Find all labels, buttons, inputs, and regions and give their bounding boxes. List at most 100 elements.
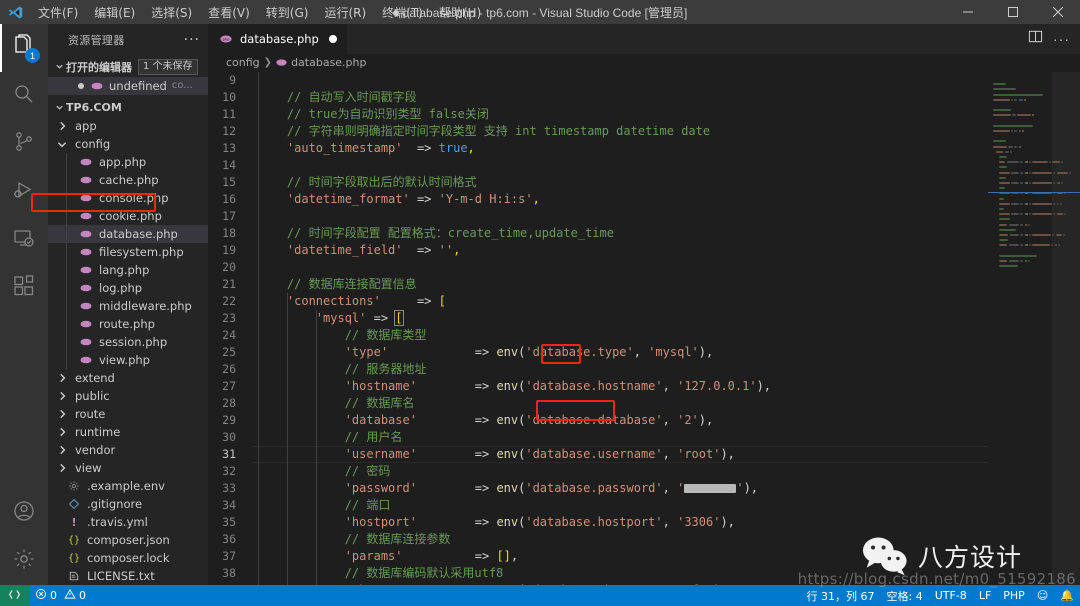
minimap-line	[1014, 129, 1018, 132]
tree-file-database.php[interactable]: database.php	[48, 225, 208, 244]
menu-run[interactable]: 运行(R)	[316, 1, 374, 24]
workspace-section-header[interactable]: TP6.COM	[48, 97, 208, 117]
menu-file[interactable]: 文件(F)	[30, 1, 86, 24]
open-editor-item[interactable]: undefined co...	[48, 76, 208, 95]
tree-file-.travis.yml[interactable]: ! .travis.yml	[48, 513, 208, 531]
split-editor-icon[interactable]	[1028, 29, 1043, 49]
tree-folder-runtime[interactable]: runtime	[48, 423, 208, 441]
minimize-button[interactable]	[945, 0, 990, 24]
minimap-line	[1029, 233, 1031, 236]
open-editors-section-header[interactable]: 打开的编辑器 1 个未保存	[48, 56, 208, 76]
tree-folder-route[interactable]: route	[48, 405, 208, 423]
minimap-line	[999, 244, 1008, 247]
minimap-line	[993, 109, 1011, 112]
maximize-button[interactable]	[990, 0, 1035, 24]
tree-folder-app[interactable]: app	[48, 117, 208, 135]
menu-go[interactable]: 转到(G)	[258, 1, 317, 24]
code-line-32: 32 // 密码	[208, 463, 988, 480]
tree-item-label: log.php	[99, 281, 143, 296]
svg-text:php: php	[223, 38, 231, 42]
close-button[interactable]	[1035, 0, 1080, 24]
tree-item-label: session.php	[99, 335, 168, 350]
status-cursor-position[interactable]: 行 31，列 67	[801, 585, 881, 606]
minimap-line	[1008, 244, 1020, 247]
tree-file-cache.php[interactable]: cache.php	[48, 171, 208, 189]
minimap-line	[1020, 259, 1024, 262]
tree-folder-view[interactable]: view	[48, 459, 208, 477]
tree-folder-vendor[interactable]: vendor	[48, 441, 208, 459]
activitybar-run-and-debug[interactable]	[0, 168, 48, 216]
activitybar-remote-explorer[interactable]	[0, 216, 48, 264]
minimap-line	[999, 223, 1008, 226]
tree-file-app.php[interactable]: app.php	[48, 153, 208, 171]
tree-file-session.php[interactable]: session.php	[48, 333, 208, 351]
tab-database-php[interactable]: php database.php	[208, 24, 348, 54]
php-file-icon	[78, 156, 94, 168]
minimap-line	[993, 114, 1011, 117]
workspace-root-label: TP6.COM	[66, 100, 122, 114]
tree-file-cookie.php[interactable]: cookie.php	[48, 207, 208, 225]
line-text: // 数据库类型	[344, 327, 427, 342]
minimap-line	[999, 171, 1010, 174]
tree-file-lang.php[interactable]: lang.php	[48, 261, 208, 279]
tree-file-log.php[interactable]: log.php	[48, 279, 208, 297]
editor-more-actions[interactable]: ···	[1053, 32, 1070, 46]
menu-terminal[interactable]: 终端(T)	[374, 1, 431, 24]
tree-file-route.php[interactable]: route.php	[48, 315, 208, 333]
sidebar-more-actions[interactable]: ···	[184, 32, 200, 48]
php-file-icon	[78, 192, 94, 204]
tree-file-LICENSE.txt[interactable]: LICENSE.txt	[48, 567, 208, 585]
activitybar-source-control[interactable]	[0, 120, 48, 168]
extensions-icon	[12, 274, 36, 303]
activitybar-extensions[interactable]	[0, 264, 48, 312]
tab-dirty-indicator[interactable]	[328, 35, 337, 43]
tree-file-composer.lock[interactable]: {} composer.lock	[48, 549, 208, 567]
code-content[interactable]: 9 10 // 自动写入时间戳字段 11 // true为自动识别类型 false关…	[208, 71, 988, 585]
breadcrumb-separator: ❯	[263, 57, 273, 69]
tree-file-composer.json[interactable]: {} composer.json	[48, 531, 208, 549]
breadcrumb-item-database-php[interactable]: database.php	[291, 56, 366, 69]
activitybar-explorer[interactable]: 1	[0, 24, 48, 72]
code-viewport[interactable]: 9 10 // 自动写入时间戳字段 11 // true为自动识别类型 false关…	[208, 71, 988, 585]
tree-file-.gitignore[interactable]: .gitignore	[48, 495, 208, 513]
activitybar-accounts[interactable]	[0, 489, 48, 537]
dirty-indicator	[78, 82, 84, 89]
tree-file-console.php[interactable]: console.php	[48, 189, 208, 207]
minimap-slider[interactable]	[1052, 71, 1080, 585]
activitybar-manage[interactable]	[0, 537, 48, 585]
status-language-mode[interactable]: PHP	[997, 585, 1031, 606]
menu-selection[interactable]: 选择(S)	[143, 1, 200, 24]
tree-file-middleware.php[interactable]: middleware.php	[48, 297, 208, 315]
status-encoding[interactable]: UTF-8	[929, 585, 973, 606]
tree-item-label: route.php	[99, 317, 155, 332]
line-number: 9	[229, 72, 236, 87]
tree-file-.example.env[interactable]: .example.env	[48, 477, 208, 495]
status-feedback-icon[interactable]: ☺	[1031, 585, 1054, 606]
tree-file-view.php[interactable]: view.php	[48, 351, 208, 369]
line-text: // 数据库编码默认采用utf8	[344, 565, 504, 580]
line-text: 'hostport' => env('database.hostport', '…	[344, 514, 735, 529]
remote-indicator[interactable]	[0, 585, 29, 606]
menu-edit[interactable]: 编辑(E)	[86, 1, 143, 24]
menu-help[interactable]: 帮助(H)	[431, 1, 489, 24]
breadcrumb-item-config[interactable]: config	[226, 56, 260, 69]
tree-folder-extend[interactable]: extend	[48, 369, 208, 387]
tree-file-filesystem.php[interactable]: filesystem.php	[48, 243, 208, 261]
activitybar-search[interactable]	[0, 72, 48, 120]
tree-item-label: view	[75, 461, 102, 476]
status-problems[interactable]: 0 0	[29, 585, 92, 606]
tree-item-label: vendor	[75, 443, 116, 458]
status-notifications-icon[interactable]: 🔔	[1054, 585, 1080, 606]
minimap[interactable]	[988, 71, 1080, 585]
status-indentation[interactable]: 空格: 4	[881, 585, 929, 606]
code-line-9: 9	[208, 72, 988, 89]
tree-folder-public[interactable]: public	[48, 387, 208, 405]
tree-folder-config[interactable]: config	[48, 135, 208, 153]
line-text: // true为自动识别类型 false关闭	[286, 106, 489, 121]
status-eol[interactable]: LF	[973, 585, 997, 606]
php-file-icon	[276, 57, 287, 68]
tree-item-label: view.php	[99, 353, 150, 368]
menu-view[interactable]: 查看(V)	[200, 1, 258, 24]
minimap-line	[993, 140, 1006, 143]
minimap-line	[1012, 114, 1017, 117]
